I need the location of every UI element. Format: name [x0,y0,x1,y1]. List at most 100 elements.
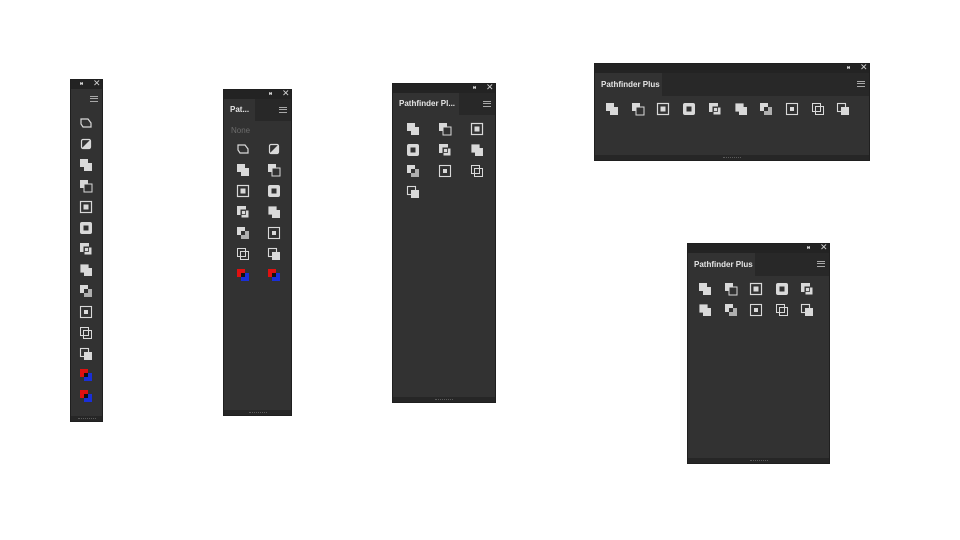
panel-menu-icon[interactable] [90,96,98,102]
merge-button[interactable] [708,102,722,116]
outline-button[interactable] [236,247,250,261]
tab-pathfinder-plus[interactable]: Pathfinder Plus [595,73,662,96]
exclude-button[interactable] [682,102,696,116]
minus-front-button[interactable] [631,102,645,116]
exclude-button[interactable] [267,184,281,198]
crop-button[interactable] [470,143,484,157]
resize-grip[interactable] [224,410,291,415]
back-front-icon [267,247,280,260]
tab-pathfinder-plus[interactable]: Pathfinder Pl... [393,93,459,115]
back-front-button[interactable] [267,247,281,261]
intersect-icon [656,102,670,116]
divide-half-button[interactable] [267,142,281,156]
resize-grip[interactable] [71,416,102,421]
minus-back-button[interactable] [438,164,452,178]
panel-tab-row: Pat... [224,99,291,121]
outline-icon [812,103,824,115]
panel-menu-icon[interactable] [483,101,491,107]
tab-pathfinder-plus[interactable]: Pathfinder Plus [688,253,755,276]
outline-button[interactable] [775,303,789,317]
divide-half-icon [268,143,280,155]
color-split-icon [268,269,280,281]
merge-icon [439,144,452,157]
crop-button[interactable] [267,205,281,219]
minus-front-button[interactable] [438,122,452,136]
minus-back-button[interactable] [79,305,93,319]
minus-front-button[interactable] [267,163,281,177]
divide-half-button[interactable] [79,137,93,151]
panel-titlebar[interactable]: ◂▸ ✕ [71,79,102,89]
panel-titlebar[interactable]: ◂▸ ✕ [688,243,829,253]
panel-titlebar[interactable]: ◂▸ ✕ [595,63,869,73]
minus-front-icon [80,180,93,193]
exclude-button[interactable] [79,221,93,235]
crop-button[interactable] [79,263,93,277]
exclude-icon [683,103,695,115]
minus-back-button[interactable] [749,303,763,317]
trim-button[interactable] [406,164,420,178]
panel-menu-icon[interactable] [279,107,287,113]
color-split-button[interactable] [79,389,93,403]
trim-button[interactable] [724,303,738,317]
exclude-button[interactable] [406,143,420,157]
minus-back-button[interactable] [785,102,799,116]
intersect-button[interactable] [749,282,763,296]
merge-button[interactable] [800,282,814,296]
back-front-icon [79,347,92,360]
pathfinder-panel-wide: ◂▸ ✕ Pathfinder Plus [594,63,870,161]
shape-outline-button[interactable] [79,116,93,130]
panel-titlebar[interactable]: ◂▸ ✕ [224,89,291,99]
minus-front-button[interactable] [79,179,93,193]
crop-button[interactable] [698,303,712,317]
resize-grip[interactable] [688,458,829,463]
trim-button[interactable] [759,102,773,116]
intersect-button[interactable] [656,102,670,116]
unite-button[interactable] [605,102,619,116]
merge-button[interactable] [438,143,452,157]
minus-front-button[interactable] [724,282,738,296]
color-split-button[interactable] [79,368,93,382]
unite-button[interactable] [406,122,420,136]
exclude-button[interactable] [775,282,789,296]
panel-titlebar[interactable]: ◂▸ ✕ [393,83,495,93]
intersect-button[interactable] [470,122,484,136]
merge-button[interactable] [236,205,250,219]
back-front-icon [800,303,813,316]
trim-button[interactable] [236,226,250,240]
crop-icon [79,263,92,276]
outline-icon [237,248,249,260]
panel-menu-icon[interactable] [857,81,865,87]
intersect-button[interactable] [236,184,250,198]
outline-button[interactable] [811,102,825,116]
panel-menu-icon[interactable] [817,261,825,267]
color-split-button[interactable] [236,268,250,282]
unite-icon [80,159,92,171]
outline-button[interactable] [470,164,484,178]
crop-icon [267,205,280,218]
none-label: None [231,126,251,135]
color-split-button[interactable] [267,268,281,282]
resize-grip[interactable] [393,397,495,402]
trim-icon [725,304,737,316]
shape-outline-icon [237,144,249,154]
merge-button[interactable] [79,242,93,256]
resize-grip[interactable] [595,155,869,160]
unite-button[interactable] [698,282,712,296]
outline-button[interactable] [79,326,93,340]
unite-button[interactable] [236,163,250,177]
intersect-icon [749,282,763,296]
unite-button[interactable] [79,158,93,172]
back-front-button[interactable] [79,347,93,361]
intersect-button[interactable] [79,200,93,214]
trim-button[interactable] [79,284,93,298]
back-front-button[interactable] [800,303,814,317]
minus-back-icon [438,164,452,178]
trim-icon [407,165,419,177]
shape-outline-button[interactable] [236,142,250,156]
unite-icon [606,103,618,115]
back-front-button[interactable] [406,185,420,199]
back-front-button[interactable] [836,102,850,116]
crop-button[interactable] [734,102,748,116]
tab-pathfinder-plus[interactable]: Pat... [224,99,255,121]
minus-back-button[interactable] [267,226,281,240]
